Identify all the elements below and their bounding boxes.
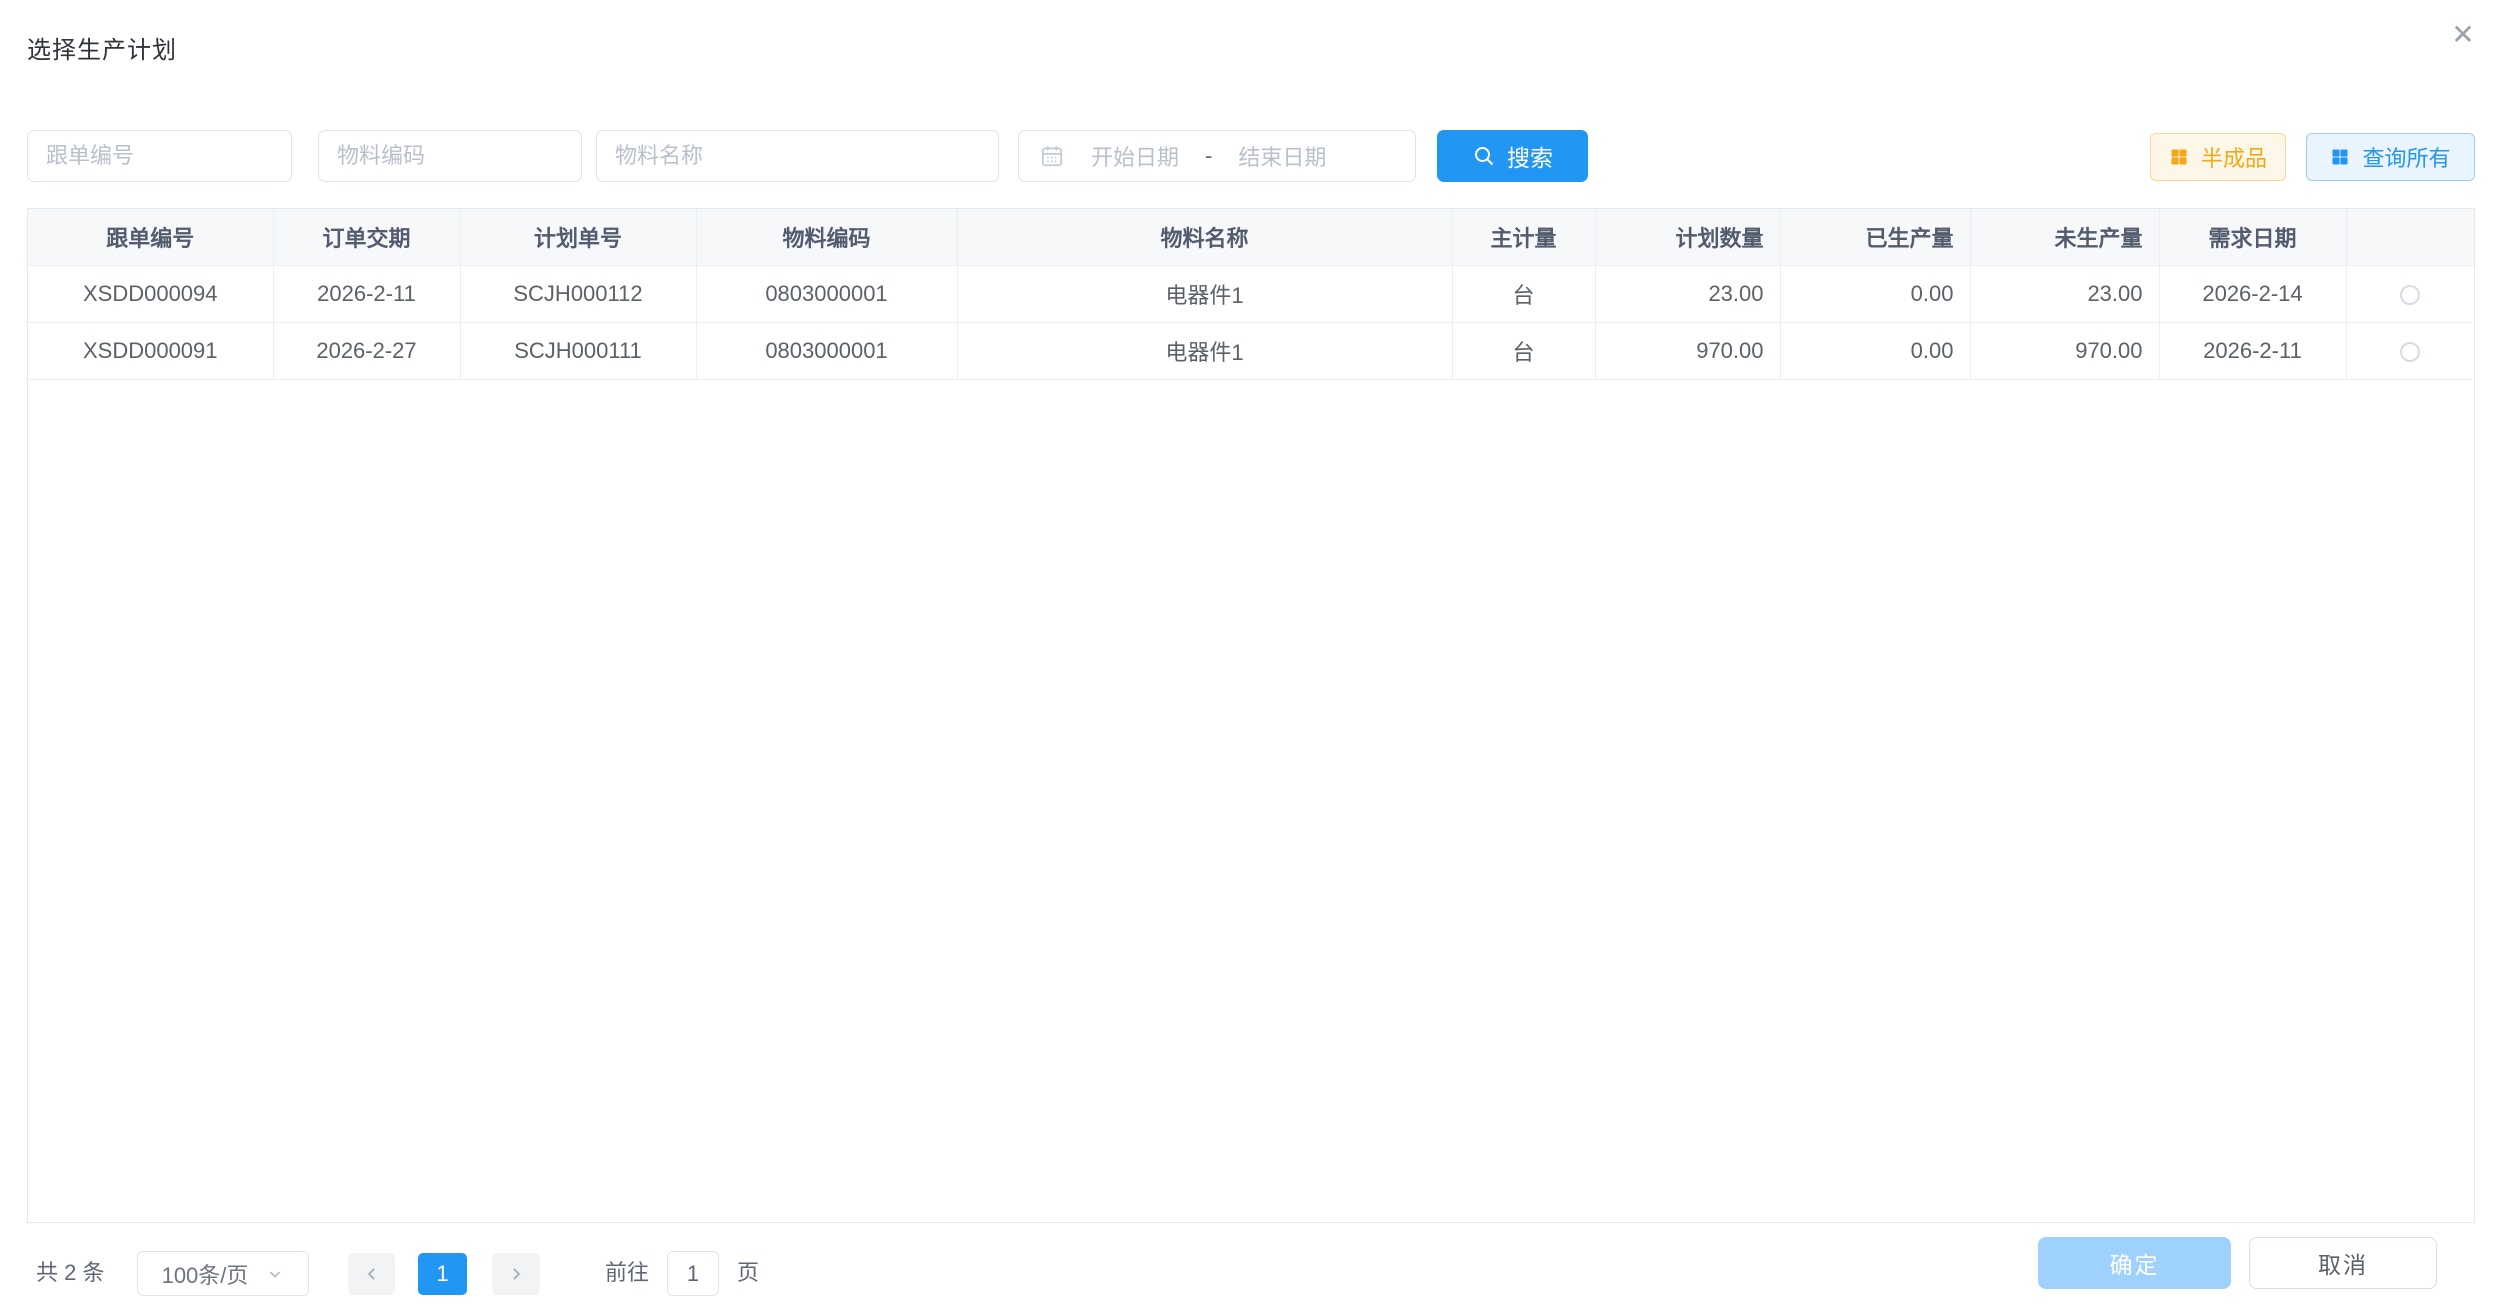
table-cell: 电器件1 <box>957 265 1452 322</box>
table-cell: 0.00 <box>1780 265 1970 322</box>
material-code-input[interactable] <box>318 130 582 182</box>
date-range-separator: - <box>1205 143 1212 169</box>
table-cell: SCJH000111 <box>460 322 696 379</box>
table-cell: 0803000001 <box>696 265 957 322</box>
table-cell: 台 <box>1452 322 1595 379</box>
column-header: 物料编码 <box>696 209 957 265</box>
query-all-label: 查询所有 <box>2362 141 2450 173</box>
column-header: 已生产量 <box>1780 209 1970 265</box>
grid-icon <box>2169 147 2189 167</box>
goto-page-input[interactable] <box>667 1251 719 1296</box>
close-icon: ✕ <box>2451 19 2474 50</box>
date-start-placeholder: 开始日期 <box>1091 140 1179 172</box>
close-button[interactable]: ✕ <box>2440 12 2486 58</box>
table-cell: XSDD000094 <box>28 265 273 322</box>
date-range-input[interactable]: 开始日期 - 结束日期 <box>1018 130 1416 182</box>
dialog-title: 选择生产计划 <box>27 30 177 65</box>
column-header <box>2346 209 2474 265</box>
search-button[interactable]: 搜索 <box>1437 130 1588 182</box>
filter-bar: 开始日期 - 结束日期 搜索 半成品 <box>27 130 2479 184</box>
prev-page-button[interactable] <box>348 1253 395 1295</box>
column-header: 计划单号 <box>460 209 696 265</box>
column-header: 跟单编号 <box>28 209 273 265</box>
chevron-left-icon <box>362 1264 382 1284</box>
plan-table: 跟单编号订单交期计划单号物料编码物料名称主计量计划数量已生产量未生产量需求日期X… <box>28 209 2474 380</box>
grid-icon <box>2330 147 2350 167</box>
column-header: 未生产量 <box>1970 209 2159 265</box>
table-cell: 台 <box>1452 265 1595 322</box>
calendar-icon <box>1039 143 1065 169</box>
table-cell: 2026-2-11 <box>2159 322 2346 379</box>
row-select-cell <box>2346 265 2474 322</box>
search-icon <box>1472 144 1496 168</box>
table-cell: 2026-2-27 <box>273 322 460 379</box>
row-select-cell <box>2346 322 2474 379</box>
column-header: 订单交期 <box>273 209 460 265</box>
page-number-button[interactable]: 1 <box>418 1253 467 1295</box>
semi-finished-label: 半成品 <box>2201 141 2267 173</box>
column-header: 计划数量 <box>1595 209 1780 265</box>
goto-unit-label: 页 <box>737 1250 759 1296</box>
table-cell: 970.00 <box>1595 322 1780 379</box>
table-row[interactable]: XSDD0000942026-2-11SCJH0001120803000001电… <box>28 265 2474 322</box>
table-cell: 2026-2-11 <box>273 265 460 322</box>
search-button-label: 搜索 <box>1507 139 1553 173</box>
production-plan-table-wrap: 跟单编号订单交期计划单号物料编码物料名称主计量计划数量已生产量未生产量需求日期X… <box>27 208 2475 1223</box>
table-cell: 2026-2-14 <box>2159 265 2346 322</box>
date-end-placeholder: 结束日期 <box>1238 140 1326 172</box>
chevron-right-icon <box>506 1264 526 1284</box>
table-cell: 0.00 <box>1780 322 1970 379</box>
row-select-radio[interactable] <box>2400 342 2420 362</box>
table-row[interactable]: XSDD0000912026-2-27SCJH0001110803000001电… <box>28 322 2474 379</box>
table-cell: 970.00 <box>1970 322 2159 379</box>
row-select-radio[interactable] <box>2400 285 2420 305</box>
next-page-button[interactable] <box>492 1253 540 1295</box>
order-no-input[interactable] <box>27 130 292 182</box>
total-count: 共 2 条 <box>36 1250 104 1296</box>
semi-finished-button[interactable]: 半成品 <box>2150 133 2286 181</box>
table-header-row: 跟单编号订单交期计划单号物料编码物料名称主计量计划数量已生产量未生产量需求日期 <box>28 209 2474 265</box>
cancel-button[interactable]: 取消 <box>2249 1237 2437 1289</box>
page-size-select[interactable]: 100条/页 <box>137 1251 309 1296</box>
pagination-bar: 共 2 条 100条/页 1 前往 页 <box>27 1250 1227 1296</box>
material-name-input[interactable] <box>596 130 999 182</box>
table-cell: 0803000001 <box>696 322 957 379</box>
query-all-button[interactable]: 查询所有 <box>2306 133 2475 181</box>
table-cell: 电器件1 <box>957 322 1452 379</box>
table-cell: XSDD000091 <box>28 322 273 379</box>
chevron-down-icon <box>266 1265 284 1283</box>
column-header: 物料名称 <box>957 209 1452 265</box>
goto-label: 前往 <box>605 1250 649 1296</box>
table-cell: 23.00 <box>1595 265 1780 322</box>
column-header: 主计量 <box>1452 209 1595 265</box>
table-cell: 23.00 <box>1970 265 2159 322</box>
column-header: 需求日期 <box>2159 209 2346 265</box>
table-cell: SCJH000112 <box>460 265 696 322</box>
page-size-value: 100条/页 <box>162 1258 249 1290</box>
confirm-button[interactable]: 确定 <box>2038 1237 2231 1289</box>
